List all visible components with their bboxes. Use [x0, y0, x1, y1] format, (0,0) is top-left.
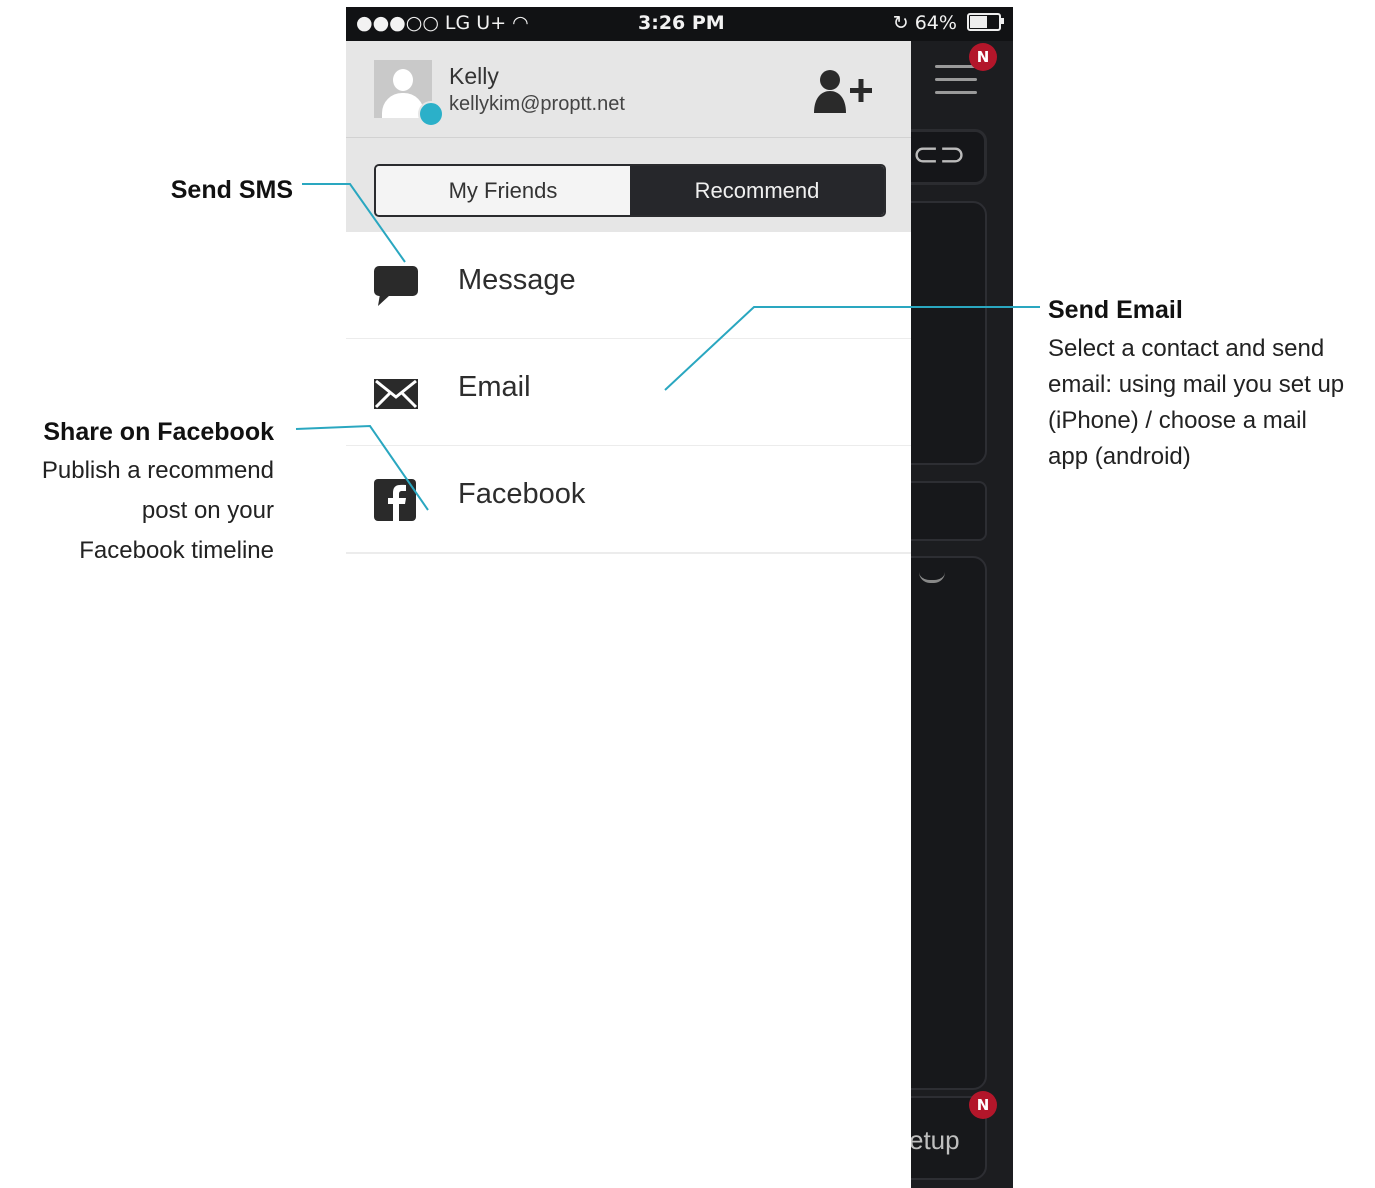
menu-item-email[interactable]: Email	[346, 339, 911, 447]
annotation-facebook: Share on Facebook Publish a recommend po…	[0, 418, 274, 571]
annotation-email-line: (iPhone) / choose a mail	[1048, 407, 1307, 434]
annotation-facebook-title: Share on Facebook	[43, 418, 274, 446]
notification-badge: N	[969, 43, 997, 71]
profile-email: kellykim@proptt.net	[449, 93, 625, 115]
annotation-sms: Send SMS	[171, 176, 293, 205]
setup-label: etup	[909, 1125, 960, 1155]
online-status-dot	[418, 101, 444, 127]
add-friend-icon[interactable]	[812, 67, 874, 117]
menu-item-facebook[interactable]: Facebook	[346, 446, 911, 554]
annotation-email-line: email: using mail you set up	[1048, 371, 1345, 398]
segmented-control: My Friends Recommend	[374, 164, 886, 217]
battery-icon	[967, 13, 1004, 31]
envelope-icon	[374, 379, 418, 409]
profile-name: Kelly	[449, 63, 499, 89]
hamburger-menu-icon[interactable]	[935, 65, 977, 104]
menu-label-message: Message	[458, 264, 576, 296]
carrier: ●●●○○ LG U+ ◠	[356, 12, 529, 34]
menu-label-facebook: Facebook	[458, 478, 586, 510]
annotation-sms-title: Send SMS	[170, 176, 293, 204]
tab-bar-area: My Friends Recommend	[346, 138, 911, 232]
annotation-facebook-line: Publish a recommend	[41, 457, 274, 484]
menu-item-message[interactable]: Message	[346, 232, 911, 340]
battery-percent: 64%	[914, 12, 957, 34]
wifi-icon: ◠	[512, 12, 529, 34]
carrier-label: ●●●○○ LG U+	[356, 12, 507, 34]
share-drawer: Kelly kellykim@proptt.net My Friends Rec…	[346, 41, 911, 1188]
orientation-lock-icon: ↻	[892, 12, 909, 34]
tab-my-friends[interactable]: My Friends	[376, 166, 630, 215]
clock: 3:26 PM	[638, 12, 725, 34]
annotation-email: Send Email Select a contact and send ema…	[1048, 296, 1368, 475]
tab-recommend[interactable]: Recommend	[630, 166, 884, 215]
annotation-facebook-line: Facebook timeline	[79, 537, 274, 564]
annotation-facebook-line: post on your	[141, 497, 274, 524]
facebook-icon	[374, 479, 416, 521]
status-bar: ●●●○○ LG U+ ◠ 3:26 PM ↻ 64%	[346, 7, 1013, 41]
annotation-email-line: app (android)	[1048, 443, 1191, 470]
annotation-email-line: Select a contact and send	[1048, 335, 1325, 362]
battery-status: ↻ 64%	[892, 12, 1004, 34]
notification-badge: N	[969, 1091, 997, 1119]
phone-screen: N ⊂⊃ etup N ●●●○○ LG U+ ◠ 3:26 PM ↻ 64%	[346, 7, 1013, 1188]
background-app: N ⊂⊃ etup N	[891, 41, 1013, 1188]
chevron-down-icon	[919, 572, 945, 583]
speech-bubble-icon	[374, 266, 418, 306]
profile-header: Kelly kellykim@proptt.net	[346, 41, 911, 138]
menu-label-email: Email	[458, 371, 531, 403]
annotation-email-title: Send Email	[1048, 296, 1183, 324]
